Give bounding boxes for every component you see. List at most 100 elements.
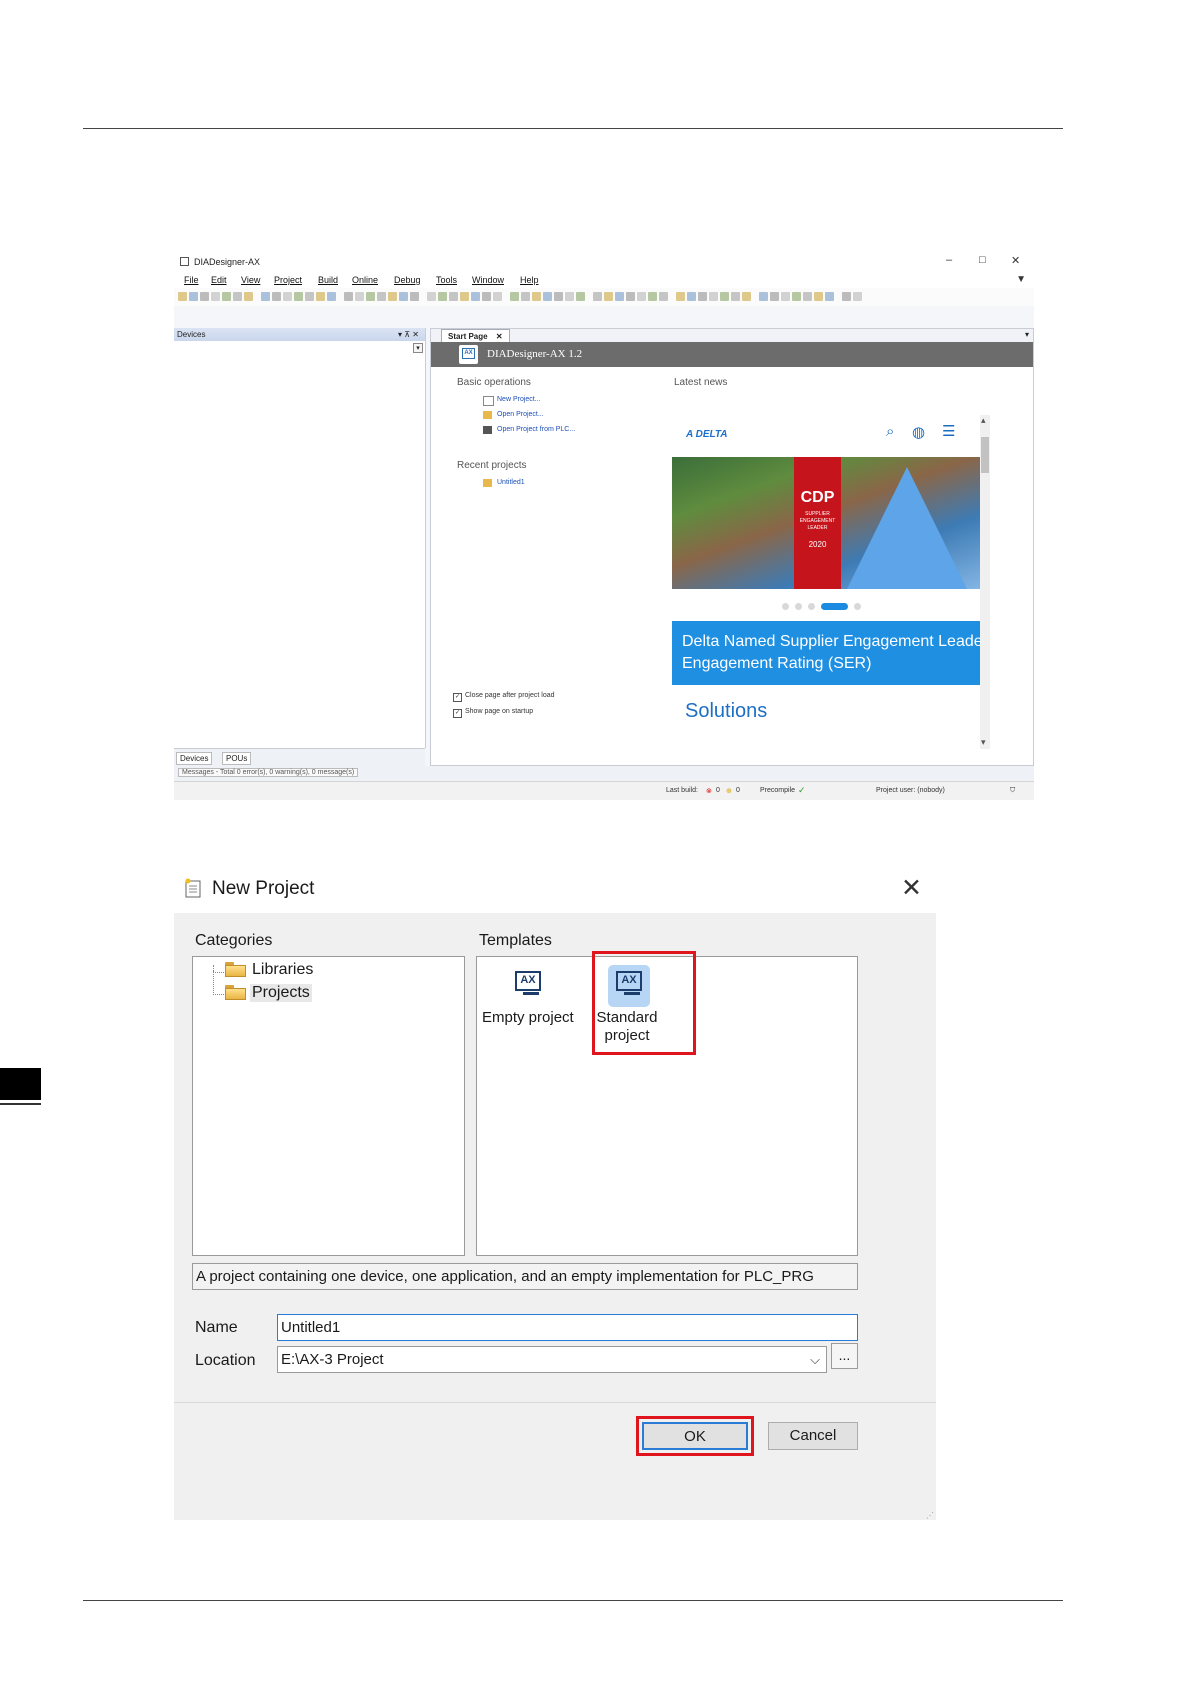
- toolbar-button-icon[interactable]: [814, 292, 823, 301]
- toolbar-button-icon[interactable]: [316, 292, 325, 301]
- category-libraries[interactable]: Libraries: [252, 961, 313, 979]
- toolbar-button-icon[interactable]: [261, 292, 270, 301]
- recent-project-untitled1[interactable]: Untitled1: [497, 479, 525, 486]
- toolbar-button-icon[interactable]: [244, 292, 253, 301]
- toolbar-button-icon[interactable]: [576, 292, 585, 301]
- carousel-dot[interactable]: [782, 603, 789, 610]
- tab-devices[interactable]: Devices: [176, 752, 213, 765]
- menu-project[interactable]: Project: [274, 275, 302, 285]
- toolbar-button-icon[interactable]: [842, 292, 851, 301]
- shield-icon[interactable]: ⛉: [1010, 787, 1015, 795]
- toolbar-button-icon[interactable]: [759, 292, 768, 301]
- menu-window[interactable]: Window: [472, 275, 504, 285]
- solutions-heading[interactable]: Solutions: [685, 700, 767, 723]
- carousel-dot[interactable]: [854, 603, 861, 610]
- toolbar-button-icon[interactable]: [731, 292, 740, 301]
- menu-debug[interactable]: Debug: [394, 275, 421, 285]
- template-empty-project[interactable]: Empty project: [482, 1009, 574, 1026]
- menu-view[interactable]: View: [241, 275, 260, 285]
- toolbar-button-icon[interactable]: [615, 292, 624, 301]
- toolbar-button-icon[interactable]: [449, 292, 458, 301]
- toolbar-button-icon[interactable]: [366, 292, 375, 301]
- news-scrollbar[interactable]: ▴ ▾: [980, 415, 990, 749]
- resize-grip-icon[interactable]: ⋰: [926, 1511, 934, 1520]
- toolbar-button-icon[interactable]: [482, 292, 491, 301]
- categories-tree[interactable]: Libraries Projects: [192, 956, 465, 1256]
- toolbar-button-icon[interactable]: [327, 292, 336, 301]
- toolbar-button-icon[interactable]: [803, 292, 812, 301]
- tab-start-page[interactable]: Start Page ✕: [441, 329, 510, 343]
- toolbar-button-icon[interactable]: [410, 292, 419, 301]
- menu-edit[interactable]: Edit: [211, 275, 227, 285]
- toolbar-button-icon[interactable]: [565, 292, 574, 301]
- toolbar-button-icon[interactable]: [604, 292, 613, 301]
- toolbar-button-icon[interactable]: [825, 292, 834, 301]
- toolbar-button-icon[interactable]: [211, 292, 220, 301]
- close-icon[interactable]: ✕: [901, 873, 922, 903]
- toolbar-button-icon[interactable]: [222, 292, 231, 301]
- toolbar-button-icon[interactable]: [305, 292, 314, 301]
- scrollbar-thumb[interactable]: [981, 437, 989, 473]
- toolbar-button-icon[interactable]: [283, 292, 292, 301]
- close-window-button[interactable]: ✕: [1011, 254, 1020, 267]
- toolbar-button-icon[interactable]: [427, 292, 436, 301]
- toolbar-button-icon[interactable]: [853, 292, 862, 301]
- toolbar-button-icon[interactable]: [493, 292, 502, 301]
- toolbar-button-icon[interactable]: [770, 292, 779, 301]
- toolbar-button-icon[interactable]: [648, 292, 657, 301]
- toolbar-button-icon[interactable]: [355, 292, 364, 301]
- menu-build[interactable]: Build: [318, 275, 338, 285]
- tab-list-dropdown-icon[interactable]: ▾: [1025, 330, 1029, 339]
- devices-dropdown-button[interactable]: ▾: [413, 343, 423, 353]
- browse-button[interactable]: ...: [831, 1343, 858, 1369]
- maximize-button[interactable]: □: [979, 254, 986, 266]
- toolbar-button-icon[interactable]: [554, 292, 563, 301]
- toolbar-button-icon[interactable]: [742, 292, 751, 301]
- toolbar-button-icon[interactable]: [781, 292, 790, 301]
- tab-pous[interactable]: POUs: [222, 752, 252, 765]
- name-field[interactable]: Untitled1: [277, 1314, 858, 1341]
- globe-icon[interactable]: ◍: [912, 423, 925, 441]
- toolbar-button-icon[interactable]: [178, 292, 187, 301]
- close-tab-icon[interactable]: ✕: [496, 332, 503, 341]
- toolbar-button-icon[interactable]: [698, 292, 707, 301]
- toolbar-button-icon[interactable]: [294, 292, 303, 301]
- open-project-link[interactable]: Open Project...: [497, 411, 544, 418]
- search-icon[interactable]: ⌕: [886, 423, 894, 440]
- toolbar-button-icon[interactable]: [637, 292, 646, 301]
- toolbar-button-icon[interactable]: [659, 292, 668, 301]
- toolbar-button-icon[interactable]: [233, 292, 242, 301]
- toolbar-button-icon[interactable]: [510, 292, 519, 301]
- toolbar-button-icon[interactable]: [388, 292, 397, 301]
- precompile-label[interactable]: Precompile: [760, 787, 795, 794]
- menu-tools[interactable]: Tools: [436, 275, 457, 285]
- news-headline-card[interactable]: Delta Named Supplier Engagement Leade En…: [672, 621, 980, 685]
- toolbar-button-icon[interactable]: [792, 292, 801, 301]
- toolbar-button-icon[interactable]: [189, 292, 198, 301]
- new-project-link[interactable]: New Project...: [497, 396, 541, 403]
- toolbar-button-icon[interactable]: [399, 292, 408, 301]
- scroll-up-icon[interactable]: ▴: [981, 415, 986, 426]
- toolbar-button-icon[interactable]: [471, 292, 480, 301]
- toolbar-button-icon[interactable]: [532, 292, 541, 301]
- close-page-checkbox[interactable]: ✓ Close page after project load: [453, 692, 555, 702]
- toolbar-button-icon[interactable]: [709, 292, 718, 301]
- toolbar-button-icon[interactable]: [344, 292, 353, 301]
- scroll-down-icon[interactable]: ▾: [981, 737, 986, 748]
- toolbar-button-icon[interactable]: [626, 292, 635, 301]
- toolbar-button-icon[interactable]: [720, 292, 729, 301]
- toolbar-button-icon[interactable]: [543, 292, 552, 301]
- toolbar-button-icon[interactable]: [593, 292, 602, 301]
- toolbar-button-icon[interactable]: [687, 292, 696, 301]
- menu-icon[interactable]: ☰: [942, 422, 955, 440]
- show-page-checkbox[interactable]: ✓ Show page on startup: [453, 708, 533, 718]
- carousel-dot-active[interactable]: [821, 603, 848, 610]
- location-combobox[interactable]: E:\AX-3 Project ⌵: [277, 1346, 827, 1373]
- menu-help[interactable]: Help: [520, 275, 539, 285]
- minimize-button[interactable]: –: [946, 254, 952, 266]
- toolbar-button-icon[interactable]: [676, 292, 685, 301]
- toolbar-button-icon[interactable]: [521, 292, 530, 301]
- toolbar-button-icon[interactable]: [377, 292, 386, 301]
- carousel-dot[interactable]: [795, 603, 802, 610]
- menu-online[interactable]: Online: [352, 275, 378, 285]
